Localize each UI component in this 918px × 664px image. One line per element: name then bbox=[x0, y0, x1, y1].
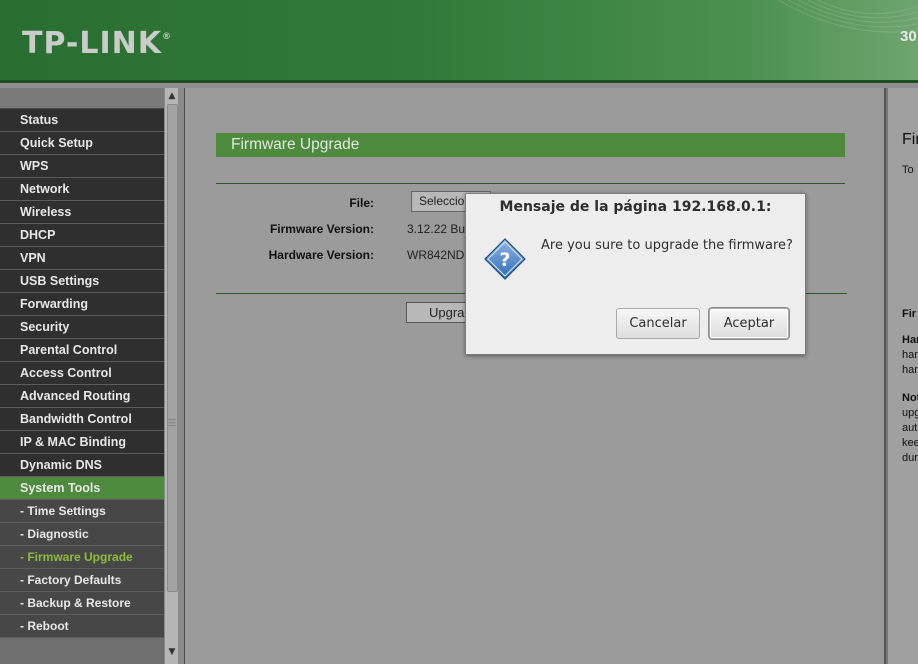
section-title: Firmware Upgrade bbox=[216, 133, 845, 157]
sidebar-item-dhcp[interactable]: DHCP bbox=[0, 224, 164, 247]
scrollbar-grip-icon: — — — bbox=[168, 415, 176, 430]
help-firmware-heading: Fir bbox=[902, 308, 917, 320]
sidebar-item-diagnostic[interactable]: - Diagnostic bbox=[0, 523, 164, 546]
hardware-version-label: Hardware Version: bbox=[268, 248, 374, 262]
sidebar-item-vpn[interactable]: VPN bbox=[0, 247, 164, 270]
sidebar-item-reboot[interactable]: - Reboot bbox=[0, 615, 164, 638]
help-hardware-text-2: har bbox=[902, 364, 918, 376]
sidebar-item-firmware-upgrade[interactable]: - Firmware Upgrade bbox=[0, 546, 164, 569]
sidebar-item-dynamic-dns[interactable]: Dynamic DNS bbox=[0, 454, 164, 477]
help-hardware-text-1: har bbox=[902, 349, 918, 361]
sidebar-scrollbar[interactable]: ▲ — — — ▼ bbox=[164, 88, 179, 664]
sidebar-item-time-settings[interactable]: - Time Settings bbox=[0, 500, 164, 523]
main-content: Firmware Upgrade File: Seleccionar archi… bbox=[185, 89, 884, 664]
sidebar-item-access-control[interactable]: Access Control bbox=[0, 362, 164, 385]
sidebar-item-network[interactable]: Network bbox=[0, 178, 164, 201]
sidebar-menu: Status Quick Setup WPS Network Wireless … bbox=[0, 88, 164, 664]
scroll-up-arrow-icon[interactable]: ▲ bbox=[165, 89, 179, 103]
sidebar-item-status[interactable]: Status bbox=[0, 109, 164, 132]
sidebar-item-ip-mac-binding[interactable]: IP & MAC Binding bbox=[0, 431, 164, 454]
help-note-text-4: dur bbox=[902, 452, 918, 464]
sidebar-item-quick-setup[interactable]: Quick Setup bbox=[0, 132, 164, 155]
dialog-title: Mensaje de la página 192.168.0.1: bbox=[499, 199, 772, 215]
firmware-version-label: Firmware Version: bbox=[269, 222, 374, 236]
help-panel: Fir To Fir Har har har Not upg aut kee d… bbox=[886, 88, 918, 664]
sidebar-item-advanced-routing[interactable]: Advanced Routing bbox=[0, 385, 164, 408]
svg-text:?: ? bbox=[499, 249, 510, 271]
sidebar-item-bandwidth-control[interactable]: Bandwidth Control bbox=[0, 408, 164, 431]
top-divider bbox=[216, 183, 845, 184]
page-header: TP-LINK® 30 bbox=[0, 0, 918, 80]
frame-divider bbox=[178, 88, 185, 664]
registered-mark: ® bbox=[162, 32, 173, 42]
help-hardware-heading: Har bbox=[902, 334, 918, 346]
help-note-text-2: aut bbox=[902, 422, 918, 434]
header-decoration bbox=[758, 0, 918, 80]
cancel-button[interactable]: Cancelar bbox=[616, 308, 700, 339]
help-note-text-1: upg bbox=[902, 407, 918, 419]
sidebar-item-wireless[interactable]: Wireless bbox=[0, 201, 164, 224]
sidebar-item-forwarding[interactable]: Forwarding bbox=[0, 293, 164, 316]
sidebar-item-security[interactable]: Security bbox=[0, 316, 164, 339]
help-title: Fir bbox=[902, 131, 918, 148]
question-icon: ? bbox=[483, 237, 527, 281]
sidebar-item-factory-defaults[interactable]: - Factory Defaults bbox=[0, 569, 164, 592]
tp-link-logo: TP-LINK® bbox=[22, 26, 172, 61]
accept-button[interactable]: Aceptar bbox=[709, 308, 789, 339]
scroll-down-arrow-icon[interactable]: ▼ bbox=[165, 645, 179, 659]
sidebar-item-backup-restore[interactable]: - Backup & Restore bbox=[0, 592, 164, 615]
file-label: File: bbox=[349, 196, 374, 210]
help-note-text-3: kee bbox=[902, 437, 918, 449]
sidebar-top-spacer bbox=[0, 88, 164, 109]
sidebar-item-wps[interactable]: WPS bbox=[0, 155, 164, 178]
sidebar-item-system-tools[interactable]: System Tools bbox=[0, 477, 164, 500]
help-note-heading: Not bbox=[902, 392, 918, 404]
logo-text: TP-LINK bbox=[22, 26, 163, 61]
help-intro: To bbox=[902, 164, 914, 176]
model-number: 30 bbox=[900, 28, 917, 45]
confirm-dialog: Mensaje de la página 192.168.0.1: ? Are … bbox=[465, 193, 806, 355]
dialog-message: Are you sure to upgrade the firmware? bbox=[541, 238, 793, 253]
sidebar-item-usb-settings[interactable]: USB Settings bbox=[0, 270, 164, 293]
sidebar-item-parental-control[interactable]: Parental Control bbox=[0, 339, 164, 362]
scrollbar-thumb[interactable] bbox=[167, 104, 178, 592]
